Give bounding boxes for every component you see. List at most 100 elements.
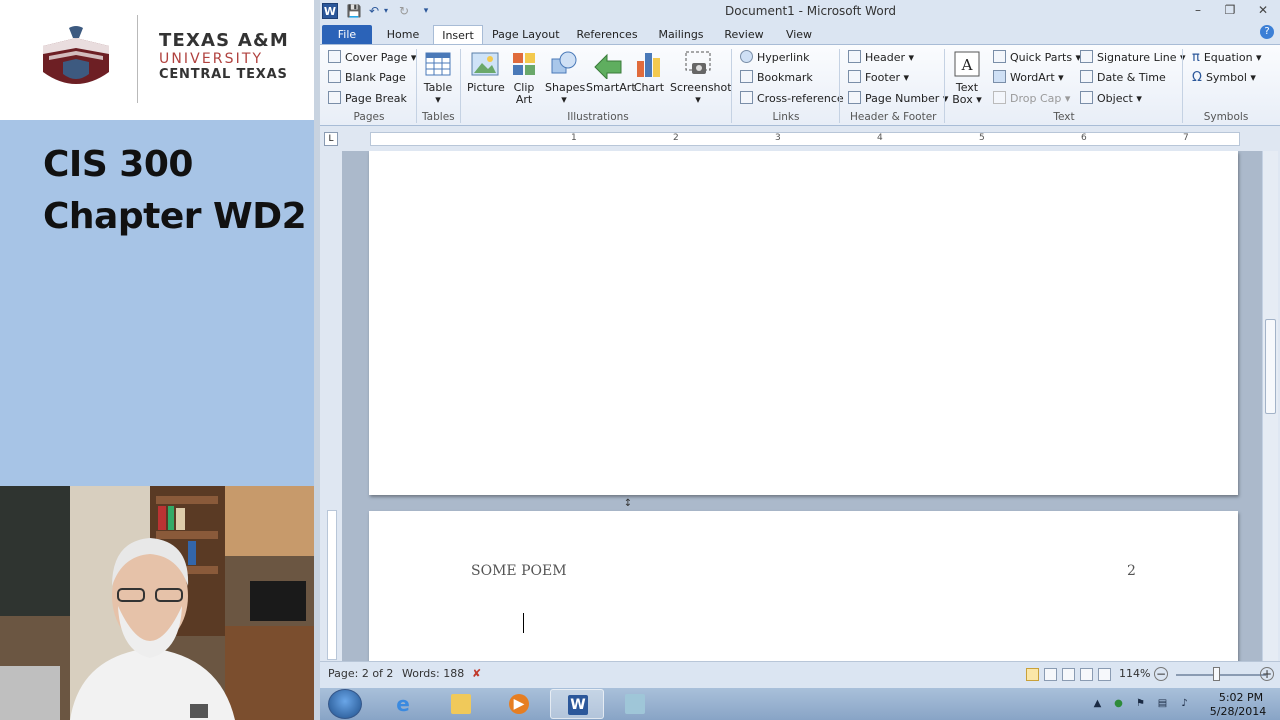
undo-dropdown-icon[interactable]: ▾ — [382, 3, 390, 19]
tab-references[interactable]: References — [574, 25, 640, 44]
customize-qat-icon[interactable]: ▾ — [418, 3, 434, 19]
ribbon-insert: Cover Page ▾ Blank Page Page Break Pages… — [320, 44, 1280, 126]
tab-view[interactable]: View — [780, 25, 818, 44]
ruler-number: 5 — [979, 133, 985, 143]
signature-line-button[interactable]: Signature Line ▾ — [1080, 49, 1186, 67]
blank-page-button[interactable]: Blank Page — [328, 69, 406, 87]
hyperlink-icon — [740, 50, 753, 63]
header-button[interactable]: Header ▾ — [848, 49, 914, 67]
proofing-icon[interactable]: ✘ — [472, 667, 481, 680]
university-logo: TEXAS A&M UNIVERSITY CENTRAL TEXAS — [0, 0, 314, 120]
tab-home[interactable]: Home — [382, 25, 424, 44]
picture-button[interactable]: Picture — [467, 49, 505, 94]
screenshot-button[interactable]: Screenshot ▾ — [670, 49, 732, 106]
zoom-slider[interactable] — [1176, 674, 1266, 676]
start-button[interactable] — [328, 689, 362, 719]
presenter-video-image — [0, 486, 314, 720]
quick-parts-button[interactable]: Quick Parts ▾ — [993, 49, 1081, 67]
page-header-text[interactable]: SOME POEM — [471, 563, 567, 579]
windows-taskbar: e ▶ W ▲ ● ⚑ ▤ ♪ 5:02 PM 5/28/2014 — [320, 688, 1280, 720]
taskbar-other-app[interactable] — [608, 689, 662, 719]
restore-button[interactable]: ❐ — [1218, 2, 1242, 19]
chart-button[interactable]: Chart — [633, 49, 665, 94]
tab-review[interactable]: Review — [722, 25, 766, 44]
draft-view-icon[interactable] — [1098, 668, 1111, 681]
vertical-ruler[interactable] — [327, 510, 337, 660]
date-time-button[interactable]: Date & Time — [1080, 69, 1166, 87]
undo-icon[interactable]: ↶ — [366, 3, 382, 19]
zoom-slider-thumb[interactable] — [1213, 667, 1220, 681]
web-layout-view-icon[interactable] — [1062, 668, 1075, 681]
document-area[interactable]: ↕ SOME POEM 2 — [342, 151, 1262, 661]
zoom-level[interactable]: 114% — [1119, 667, 1150, 680]
tab-page-layout[interactable]: Page Layout — [492, 25, 560, 44]
action-center-flag-icon[interactable]: ⚑ — [1134, 697, 1147, 710]
document-page-2[interactable]: SOME POEM 2 — [369, 511, 1238, 661]
hyperlink-button[interactable]: Hyperlink — [740, 49, 810, 67]
print-layout-view-icon[interactable] — [1026, 668, 1039, 681]
tray-app-icon[interactable]: ● — [1112, 697, 1125, 710]
outline-view-icon[interactable] — [1080, 668, 1093, 681]
tab-mailings[interactable]: Mailings — [654, 25, 708, 44]
text-box-button[interactable]: A Text Box ▾ — [950, 49, 984, 106]
cross-reference-button[interactable]: Cross-reference — [740, 90, 844, 108]
shapes-button[interactable]: Shapes ▾ — [545, 49, 585, 106]
page-break-button[interactable]: Page Break — [328, 90, 407, 108]
word-window: W 💾 ↶ ▾ ↻ ▾ Document1 - Microsoft Word –… — [320, 0, 1280, 688]
title-bar: W 💾 ↶ ▾ ↻ ▾ Document1 - Microsoft Word –… — [320, 0, 1280, 22]
zoom-out-icon[interactable]: − — [1154, 667, 1168, 681]
clock-time[interactable]: 5:02 PM — [1212, 691, 1270, 704]
cover-page-button[interactable]: Cover Page ▾ — [328, 49, 416, 67]
word-count-status[interactable]: Words: 188 — [402, 667, 464, 680]
tab-insert[interactable]: Insert — [433, 25, 483, 44]
symbol-button[interactable]: Ω Symbol ▾ — [1192, 69, 1256, 87]
clip-art-button[interactable]: Clip Art — [509, 49, 539, 106]
zoom-in-icon[interactable]: + — [1260, 667, 1274, 681]
horizontal-ruler[interactable]: 1 2 3 4 5 6 7 — [370, 132, 1240, 146]
redo-icon[interactable]: ↻ — [396, 3, 412, 19]
wordart-button[interactable]: WordArt ▾ — [993, 69, 1064, 87]
logo-text-line2: UNIVERSITY — [159, 51, 264, 67]
logo-text-line1: TEXAS A&M — [159, 30, 289, 51]
tab-file[interactable]: File — [322, 25, 372, 44]
header-icon — [848, 50, 861, 63]
word-app-icon[interactable]: W — [322, 3, 338, 19]
show-hidden-icons-icon[interactable]: ▲ — [1091, 697, 1104, 710]
page-number-button[interactable]: Page Number ▾ — [848, 90, 948, 108]
full-screen-reading-view-icon[interactable] — [1044, 668, 1057, 681]
group-label-illustrations: Illustrations — [567, 111, 629, 123]
clock-date[interactable]: 5/28/2014 — [1206, 705, 1270, 718]
equation-button[interactable]: π Equation ▾ — [1192, 49, 1262, 67]
group-divider — [1182, 49, 1183, 123]
media-player-icon: ▶ — [509, 694, 529, 714]
minimize-button[interactable]: – — [1186, 2, 1210, 19]
page-break-icon — [328, 91, 341, 104]
page-split-handle-icon[interactable]: ↕ — [622, 498, 634, 510]
smartart-button[interactable]: SmartArt — [586, 49, 636, 94]
taskbar-internet-explorer[interactable]: e — [376, 689, 430, 719]
page-count-status[interactable]: Page: 2 of 2 — [328, 667, 393, 680]
document-page-1[interactable] — [369, 151, 1238, 495]
vertical-scrollbar[interactable] — [1262, 151, 1278, 661]
help-icon[interactable]: ? — [1260, 25, 1274, 39]
taskbar-media-player[interactable]: ▶ — [492, 689, 546, 719]
cover-page-icon — [328, 50, 341, 63]
scrollbar-thumb[interactable] — [1265, 319, 1276, 414]
taskbar-file-explorer[interactable] — [434, 689, 488, 719]
window-title: Document1 - Microsoft Word — [725, 4, 897, 18]
close-button[interactable]: ✕ — [1251, 2, 1275, 19]
picture-icon — [471, 52, 499, 76]
group-divider — [839, 49, 840, 123]
bookmark-button[interactable]: Bookmark — [740, 69, 813, 87]
save-icon[interactable]: 💾 — [346, 3, 362, 19]
page-header-number[interactable]: 2 — [1127, 563, 1136, 579]
object-button[interactable]: Object ▾ — [1080, 90, 1142, 108]
footer-button[interactable]: Footer ▾ — [848, 69, 909, 87]
volume-icon[interactable]: ♪ — [1178, 697, 1191, 710]
taskbar-microsoft-word[interactable]: W — [550, 689, 604, 719]
app-icon — [625, 694, 645, 714]
tab-stop-selector[interactable]: L — [324, 132, 338, 146]
network-icon[interactable]: ▤ — [1156, 697, 1169, 710]
drop-cap-button[interactable]: Drop Cap ▾ — [993, 90, 1070, 108]
table-button[interactable]: Table ▾ — [421, 49, 455, 106]
